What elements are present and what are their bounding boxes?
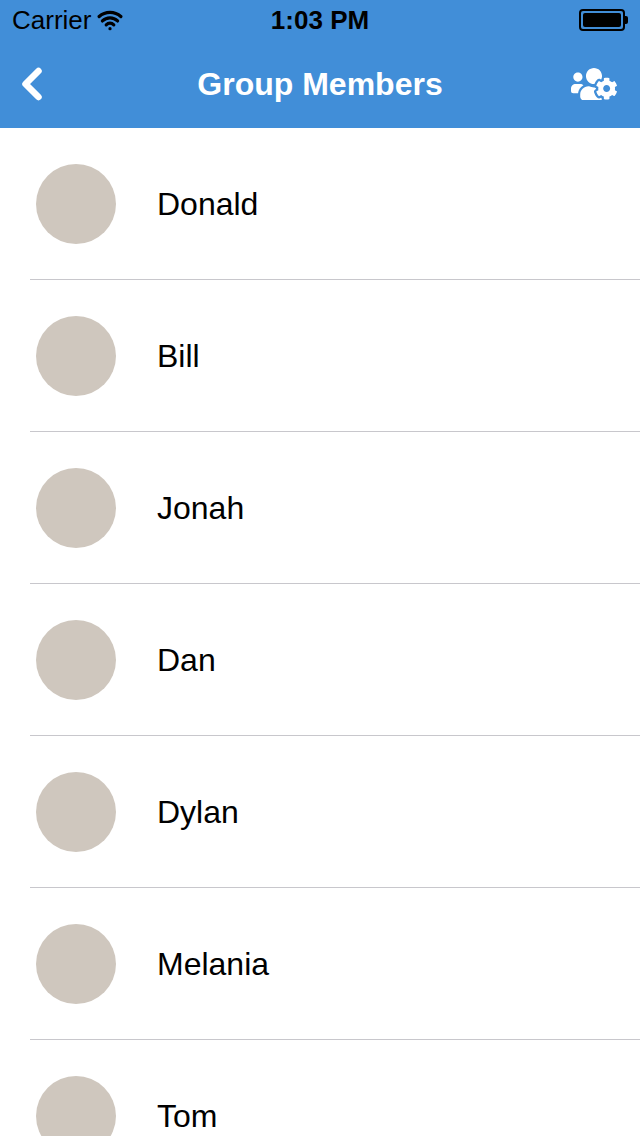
nav-title: Group Members [197, 60, 442, 108]
member-name: Dylan [157, 788, 239, 836]
carrier-label: Carrier [12, 1, 91, 40]
member-avatar [36, 316, 116, 396]
header: Carrier 1:03 PM Group Members [0, 0, 640, 128]
member-avatar [36, 620, 116, 700]
member-avatar [36, 924, 116, 1004]
member-name: Jonah [157, 484, 244, 532]
member-row[interactable]: Dylan [30, 736, 640, 888]
member-avatar [36, 1076, 116, 1136]
member-name: Dan [157, 636, 216, 684]
member-avatar [36, 772, 116, 852]
nav-bar: Group Members [0, 40, 640, 128]
users-gear-icon [571, 61, 617, 107]
status-bar: Carrier 1:03 PM [0, 0, 640, 40]
member-row[interactable]: Dan [30, 584, 640, 736]
member-name: Tom [157, 1092, 217, 1136]
member-avatar [36, 468, 116, 548]
back-button[interactable] [12, 54, 60, 114]
wifi-icon [97, 7, 123, 33]
group-settings-button[interactable] [564, 54, 624, 114]
member-list: Donald Bill Jonah Dan Dylan Melania Tom [0, 128, 640, 1136]
battery-icon [579, 9, 628, 31]
back-chevron-icon [6, 58, 58, 110]
member-row[interactable]: Tom [30, 1040, 640, 1136]
time-label: 1:03 PM [271, 1, 369, 40]
member-name: Bill [157, 332, 200, 380]
app: Carrier 1:03 PM Group Members Donald Bill Jon… [0, 0, 640, 1136]
member-row[interactable]: Jonah [30, 432, 640, 584]
member-name: Donald [157, 180, 258, 228]
member-row[interactable]: Bill [30, 280, 640, 432]
member-avatar [36, 164, 116, 244]
member-name: Melania [157, 940, 269, 988]
member-row[interactable]: Melania [30, 888, 640, 1040]
member-row[interactable]: Donald [30, 128, 640, 280]
